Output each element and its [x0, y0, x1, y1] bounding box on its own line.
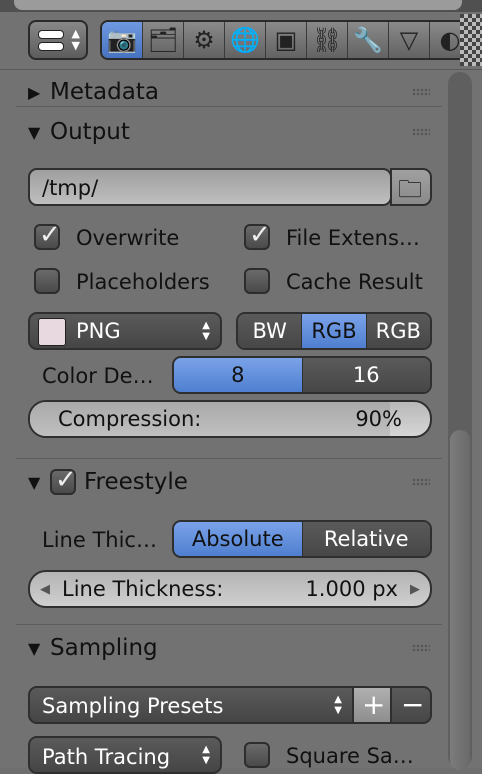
image-file-icon	[38, 318, 66, 346]
compression-value: 90%	[355, 407, 402, 431]
render-icon: 📷	[107, 26, 137, 54]
scrollbar-thumb[interactable]	[450, 430, 470, 770]
metadata-panel-header[interactable]: ▶ Metadata	[16, 70, 442, 114]
cache-result-checkbox[interactable]	[244, 268, 270, 294]
properties-tabs: 📷 🗂 ⚙ 🌐 ▣ ⛓ 🔧 ▽ ◐	[100, 20, 482, 60]
freestyle-title: Freestyle	[84, 469, 188, 495]
tab-modifiers[interactable]: 🔧	[348, 22, 389, 58]
drag-grip-icon[interactable]	[412, 88, 430, 96]
color-mode-selector: BW RGB RGB	[236, 312, 432, 350]
folder-icon: 🗀	[398, 175, 422, 203]
line-thickness-label: Line Thickness:	[62, 577, 224, 601]
check-icon: ✓	[39, 220, 61, 250]
updown-arrows-icon: ▲ ▼	[334, 694, 342, 716]
output-panel-header[interactable]: ▼ Output	[16, 110, 442, 154]
view-options-icon	[38, 30, 64, 51]
updown-arrows-icon: ▲ ▼	[202, 744, 210, 766]
square-samples-checkbox[interactable]	[244, 742, 270, 768]
line-thickness-value: 1.000 px	[305, 577, 398, 601]
file-extensions-checkbox[interactable]: ✓	[244, 220, 271, 250]
tab-constraints[interactable]: ⛓	[307, 22, 348, 58]
expanded-triangle-icon: ▼	[28, 472, 41, 492]
constraints-icon: ⛓	[311, 26, 343, 54]
divider	[16, 624, 442, 625]
collapsed-triangle-icon: ▶	[28, 82, 41, 102]
drag-grip-icon[interactable]	[412, 128, 430, 136]
file-format-value: PNG	[76, 319, 121, 343]
output-path-value: /tmp/	[42, 176, 99, 200]
color-mode-rgba[interactable]: RGB	[366, 314, 430, 348]
check-icon: ✓	[55, 465, 77, 495]
freestyle-checkbox[interactable]: ✓	[50, 465, 77, 495]
file-browse-button[interactable]: 🗀	[390, 168, 432, 206]
updown-arrows-icon: ▲ ▼	[202, 320, 210, 342]
tab-render-layers[interactable]: 🗂	[143, 22, 184, 58]
material-icon: ◐	[439, 26, 461, 54]
object-icon: ▣	[274, 26, 298, 54]
plus-icon: +	[362, 688, 386, 721]
color-mode-rgb[interactable]: RGB	[302, 314, 367, 348]
square-samples-label: Square Sa…	[286, 744, 414, 768]
editor-type-menu[interactable]: ▲ ▼	[28, 20, 88, 60]
line-thickness-field[interactable]: ◀ Line Thickness: 1.000 px ▶	[28, 570, 432, 608]
placeholders-checkbox[interactable]	[34, 268, 60, 294]
remove-preset-button[interactable]: −	[390, 686, 432, 724]
check-icon: ✓	[249, 220, 271, 250]
line-thickness-mode-selector: Absolute Relative	[172, 520, 432, 558]
cache-result-label: Cache Result	[286, 270, 423, 294]
drag-grip-icon[interactable]	[412, 644, 430, 652]
world-icon: 🌐	[230, 26, 260, 54]
sampling-panel-header[interactable]: ▼ Sampling	[16, 626, 442, 670]
overwrite-checkbox[interactable]: ✓	[34, 220, 61, 250]
color-depth-8[interactable]: 8	[174, 358, 303, 392]
scene-icon: ⚙	[193, 26, 215, 54]
sampling-presets-dropdown[interactable]: Sampling Presets ▲ ▼	[28, 686, 354, 724]
add-preset-button[interactable]: +	[352, 686, 392, 724]
color-mode-bw[interactable]: BW	[238, 314, 303, 348]
tab-object[interactable]: ▣	[266, 22, 307, 58]
decrement-arrow-icon[interactable]: ◀	[40, 572, 50, 606]
data-icon: ▽	[399, 26, 419, 54]
sampling-presets-label: Sampling Presets	[42, 694, 224, 718]
line-thickness-mode-label: Line Thic…	[42, 528, 157, 552]
render-layers-icon: 🗂	[147, 26, 179, 54]
tab-data[interactable]: ▽	[389, 22, 430, 58]
placeholders-label: Placeholders	[76, 270, 210, 294]
increment-arrow-icon[interactable]: ▶	[410, 572, 420, 606]
mode-absolute[interactable]: Absolute	[174, 522, 303, 556]
overwrite-label: Overwrite	[76, 226, 180, 250]
color-depth-16[interactable]: 16	[302, 358, 430, 392]
file-extensions-label: File Extens…	[286, 226, 420, 250]
drag-grip-icon[interactable]	[412, 478, 430, 486]
file-format-dropdown[interactable]: PNG ▲ ▼	[28, 312, 222, 350]
color-depth-selector: 8 16	[172, 356, 432, 394]
modifiers-icon: 🔧	[353, 26, 383, 54]
freestyle-panel-header[interactable]: ▼ ✓ Freestyle	[16, 460, 442, 504]
divider	[16, 106, 442, 107]
metadata-title: Metadata	[50, 79, 159, 105]
expanded-triangle-icon: ▼	[28, 638, 41, 658]
expanded-triangle-icon: ▼	[28, 122, 41, 142]
divider	[16, 458, 442, 459]
output-title: Output	[50, 119, 130, 145]
tab-world[interactable]: 🌐	[225, 22, 266, 58]
color-depth-label: Color De…	[42, 364, 154, 388]
updown-arrows-icon: ▲ ▼	[71, 27, 80, 52]
checker-background	[460, 14, 482, 66]
integrator-value: Path Tracing	[42, 745, 171, 769]
compression-label: Compression:	[58, 407, 202, 431]
tab-render[interactable]: 📷	[102, 22, 143, 58]
sampling-title: Sampling	[50, 635, 158, 661]
mode-relative[interactable]: Relative	[302, 522, 430, 556]
minus-icon: −	[401, 688, 425, 721]
compression-slider[interactable]: Compression: 90%	[28, 400, 432, 438]
tab-scene[interactable]: ⚙	[184, 22, 225, 58]
properties-panel: ▶ Metadata ▼ Output /tmp/ 🗀 ✓ Overwrite …	[0, 70, 482, 774]
output-path-field[interactable]: /tmp/	[28, 168, 392, 206]
integrator-dropdown[interactable]: Path Tracing ▲ ▼	[28, 736, 222, 774]
